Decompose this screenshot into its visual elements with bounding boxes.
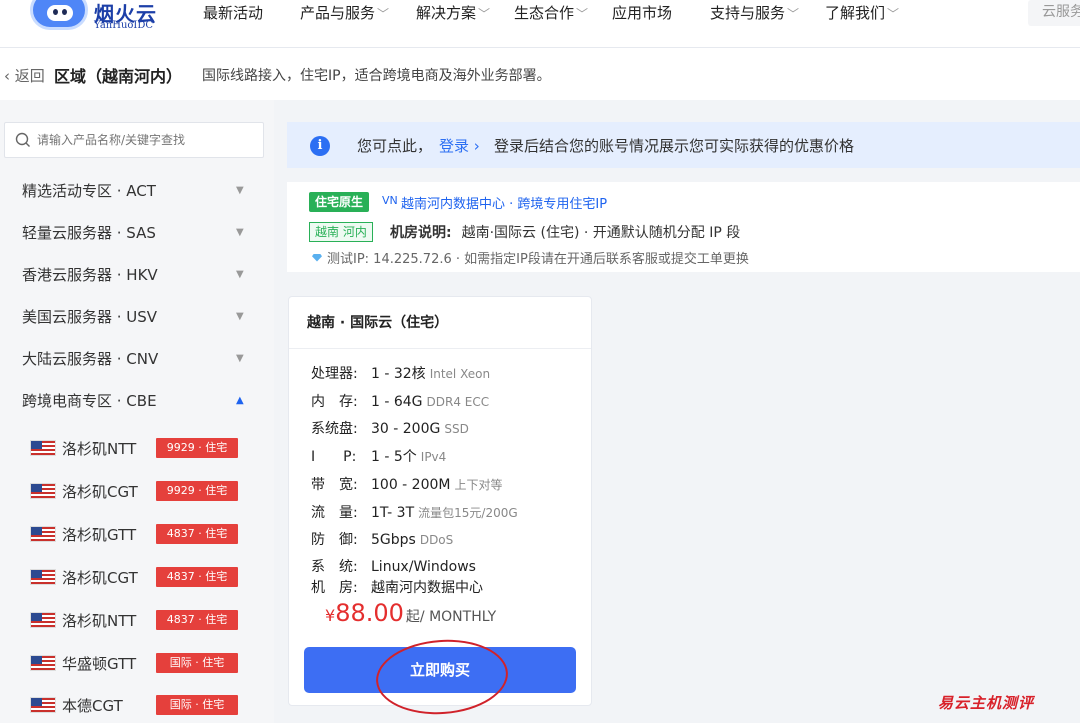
sidebar-category-usv[interactable]: 美国云服务器 · USV ▼ bbox=[0, 296, 270, 336]
diamond-icon bbox=[311, 252, 323, 264]
caret-down-icon: ▼ bbox=[236, 184, 244, 196]
line-tag: 9929 · 住宅 bbox=[156, 438, 238, 458]
us-flag-icon bbox=[30, 697, 56, 713]
nav-item-marketplace[interactable]: 应用市场 bbox=[612, 2, 672, 23]
search-icon bbox=[15, 132, 30, 147]
login-notice: i 您可点此， 登录 › 登录后结合您的账号情况展示您可实际获得的优惠价格 bbox=[287, 122, 1080, 168]
region-bar: ‹ 返回 区域（越南河内） 国际线路接入，住宅IP，适合跨境电商及海外业务部署。 bbox=[0, 60, 1080, 90]
product-title: 越南 · 国际云（住宅） bbox=[289, 297, 591, 349]
back-link[interactable]: ‹ 返回 bbox=[4, 65, 45, 86]
country-code: VN bbox=[382, 194, 398, 207]
sidebar-search-input[interactable] bbox=[37, 133, 257, 147]
nav-item-promotions[interactable]: 最新活动 bbox=[203, 2, 263, 23]
nav-item-products[interactable]: 产品与服务 ﹀ bbox=[300, 2, 389, 23]
us-flag-icon bbox=[30, 655, 56, 671]
sidebar-category-hkv[interactable]: 香港云服务器 · HKV ▼ bbox=[0, 254, 270, 294]
caret-down-icon: ▼ bbox=[236, 268, 244, 280]
sidebar-category-cbe[interactable]: 跨境电商专区 · CBE ▲ bbox=[0, 380, 270, 420]
location-badge: 越南 河内 bbox=[309, 222, 373, 242]
logo[interactable]: 烟火云 YanHuoIDC bbox=[30, 0, 170, 36]
native-badge: 住宅原生 bbox=[309, 192, 370, 212]
spec-memory: 内 存: 1 - 64G DDR4 ECC bbox=[311, 394, 490, 410]
chevron-down-icon: ﹀ bbox=[478, 7, 491, 21]
spec-os: 系 统: Linux/Windows bbox=[311, 559, 476, 575]
us-flag-icon bbox=[30, 483, 56, 499]
spec-cpu: 处理器: 1 - 32核 Intel Xeon bbox=[311, 366, 491, 382]
sidebar-subitem[interactable]: 华盛顿GTT 国际 · 住宅 bbox=[30, 648, 240, 678]
line-tag: 4837 · 住宅 bbox=[156, 610, 238, 630]
caret-down-icon: ▼ bbox=[236, 310, 244, 322]
chevron-down-icon: ﹀ bbox=[576, 7, 589, 21]
watermark: 易云主机测评 bbox=[938, 694, 1035, 712]
line-tag: 4837 · 住宅 bbox=[156, 524, 238, 544]
chevron-down-icon: ﹀ bbox=[377, 7, 390, 21]
us-flag-icon bbox=[30, 526, 56, 542]
sidebar-search[interactable] bbox=[4, 122, 264, 158]
caret-up-icon: ▲ bbox=[236, 394, 244, 406]
nav-item-about[interactable]: 了解我们 ﹀ bbox=[825, 2, 899, 23]
chevron-down-icon: ﹀ bbox=[887, 7, 900, 21]
nav-item-ecosystem[interactable]: 生态合作 ﹀ bbox=[514, 2, 588, 23]
sidebar-subitem[interactable]: 洛杉矶GTT 4837 · 住宅 bbox=[30, 519, 240, 549]
top-search-input[interactable]: 云服务 bbox=[1028, 0, 1080, 26]
sidebar-subitem[interactable]: 洛杉矶NTT 9929 · 住宅 bbox=[30, 433, 240, 463]
region-description: 国际线路接入，住宅IP，适合跨境电商及海外业务部署。 bbox=[202, 68, 551, 84]
caret-down-icon: ▼ bbox=[236, 352, 244, 364]
caret-down-icon: ▼ bbox=[236, 226, 244, 238]
test-ip: 测试IP: 14.225.72.6 · 如需指定IP段请在开通后联系客服或提交工… bbox=[311, 248, 749, 267]
buy-now-button[interactable]: 立即购买 bbox=[304, 647, 576, 693]
us-flag-icon bbox=[30, 612, 56, 628]
line-tag: 9929 · 住宅 bbox=[156, 481, 238, 501]
spec-traffic: 流 量: 1T- 3T 流量包15元/200G bbox=[311, 505, 518, 521]
sidebar-category-cnv[interactable]: 大陆云服务器 · CNV ▼ bbox=[0, 338, 270, 378]
datacenter-link[interactable]: 越南河内数据中心 · 跨境专用住宅IP bbox=[401, 193, 607, 212]
login-link[interactable]: 登录 › bbox=[439, 135, 480, 156]
main-content: i 您可点此， 登录 › 登录后结合您的账号情况展示您可实际获得的优惠价格 住宅… bbox=[274, 100, 1080, 723]
line-tag: 国际 · 住宅 bbox=[156, 695, 238, 715]
line-tag: 4837 · 住宅 bbox=[156, 567, 238, 587]
us-flag-icon bbox=[30, 569, 56, 585]
room-description: 机房说明: 越南·国际云 (住宅) · 开通默认随机分配 IP 段 bbox=[390, 225, 741, 241]
chevron-down-icon: ﹀ bbox=[787, 7, 800, 21]
sidebar-subitem[interactable]: 洛杉矶CGT 9929 · 住宅 bbox=[30, 476, 240, 506]
price: ¥88.00 起/ MONTHLY bbox=[325, 599, 497, 627]
sidebar-subitem[interactable]: 洛杉矶NTT 4837 · 住宅 bbox=[30, 605, 240, 635]
info-icon: i bbox=[310, 136, 330, 156]
product-card: 越南 · 国际云（住宅） 处理器: 1 - 32核 Intel Xeon 内 存: 1… bbox=[288, 296, 592, 706]
nav-item-solutions[interactable]: 解决方案 ﹀ bbox=[416, 2, 490, 23]
datacenter-info: 住宅原生 VN 越南河内数据中心 · 跨境专用住宅IP 越南 河内 机房说明: 越… bbox=[287, 182, 1080, 272]
logo-subtitle: YanHuoIDC bbox=[94, 20, 154, 31]
sidebar-subitem[interactable]: 洛杉矶CGT 4837 · 住宅 bbox=[30, 562, 240, 592]
sidebar-category-act[interactable]: 精选活动专区 · ACT ▼ bbox=[0, 170, 270, 210]
spec-defense: 防 御: 5Gbps DDoS bbox=[311, 532, 454, 548]
spec-disk: 系统盘: 30 - 200G SSD bbox=[311, 421, 469, 437]
sidebar-subitem[interactable]: 本德CGT 国际 · 住宅 bbox=[30, 690, 240, 720]
us-flag-icon bbox=[30, 440, 56, 456]
nav-item-support[interactable]: 支持与服务 ﹀ bbox=[710, 2, 799, 23]
sidebar: 精选活动专区 · ACT▼ 轻量云服务器 · SAS▼ 香港云服务器 · HKV… bbox=[0, 100, 274, 723]
cloud-logo-icon bbox=[30, 0, 88, 30]
spec-bandwidth: 带 宽: 100 - 200M 上下对等 bbox=[311, 477, 503, 493]
chevron-left-icon: ‹ bbox=[4, 66, 15, 85]
top-nav: 烟火云 YanHuoIDC 最新活动 产品与服务 ﹀ 解决方案 ﹀ 生态合作 ﹀ 应用… bbox=[0, 0, 1080, 48]
sidebar-category-sas[interactable]: 轻量云服务器 · SAS ▼ bbox=[0, 212, 270, 252]
region-title: 区域（越南河内） bbox=[54, 67, 183, 86]
line-tag: 国际 · 住宅 bbox=[156, 653, 238, 673]
spec-datacenter: 机 房: 越南河内数据中心 bbox=[311, 580, 483, 596]
spec-ip: I P: 1 - 5个 IPv4 bbox=[311, 449, 447, 465]
